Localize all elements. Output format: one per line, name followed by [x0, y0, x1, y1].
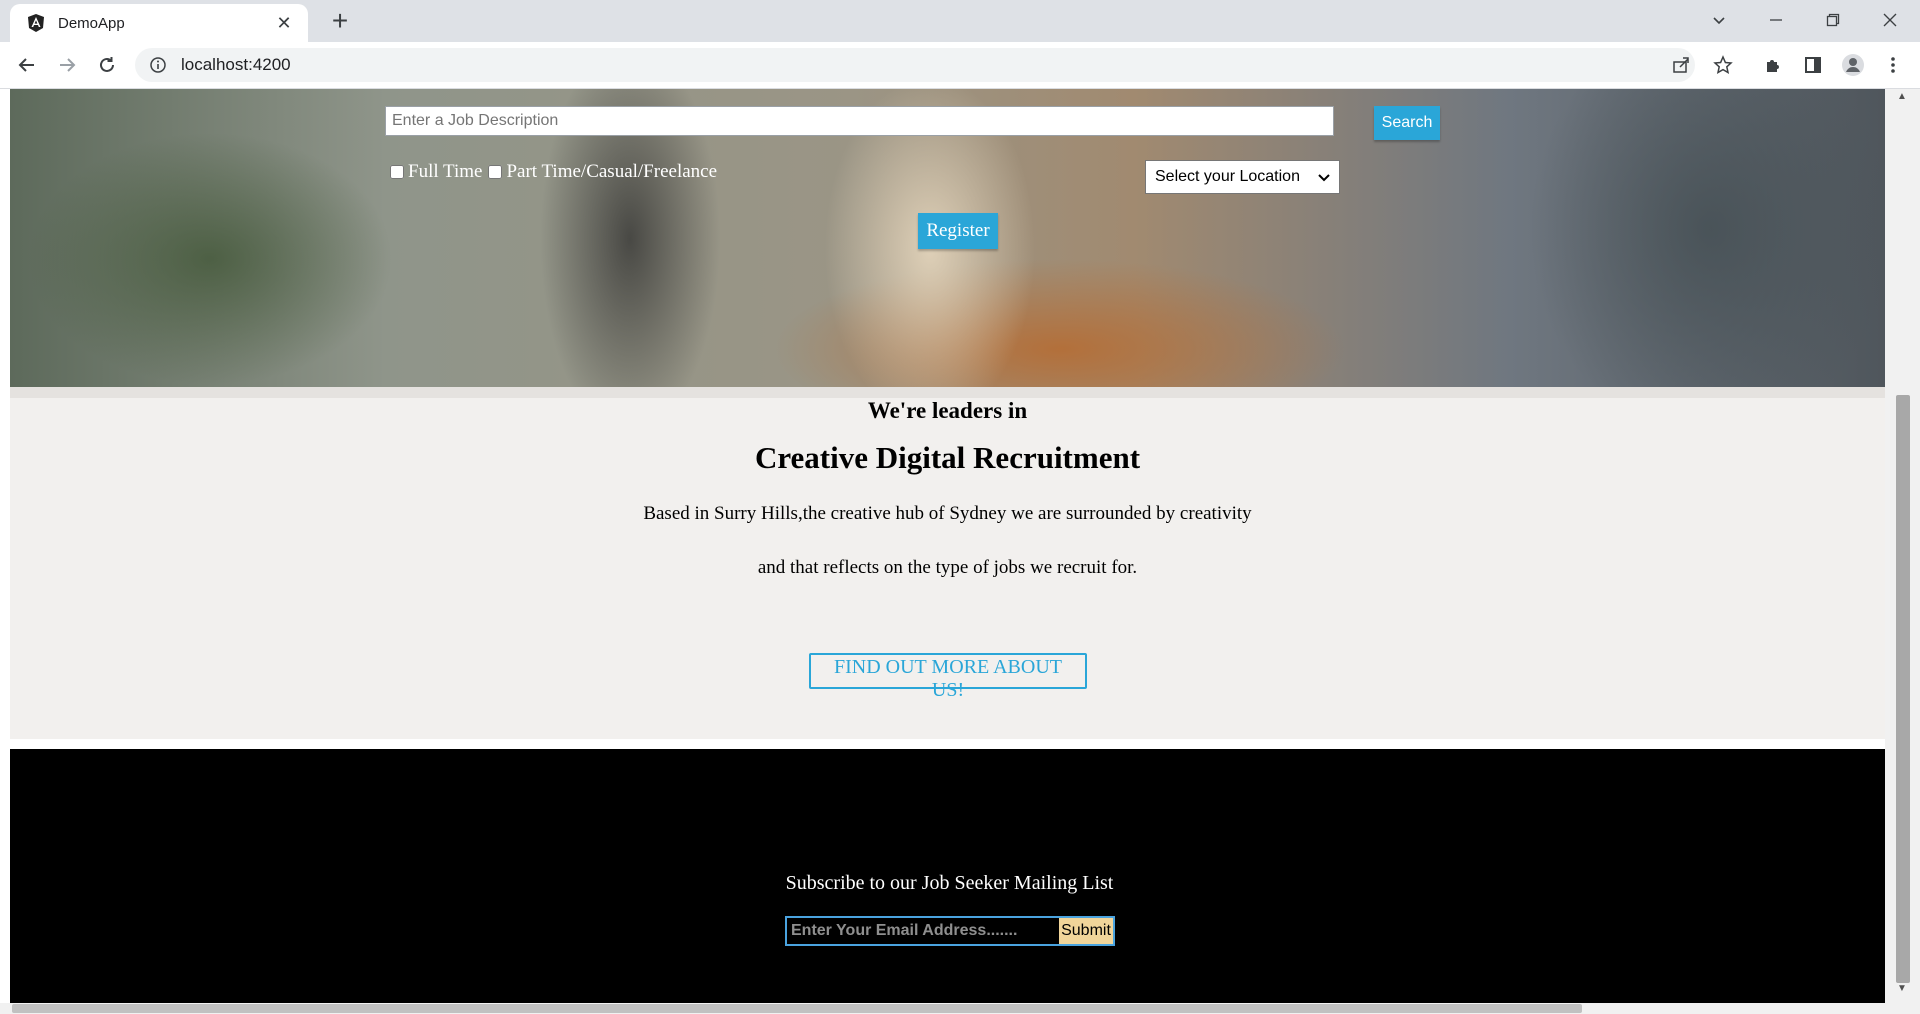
about-section: We're leaders in Creative Digital Recrui…: [10, 387, 1885, 739]
page-viewport: Search Full Time Part Time/Casual/Freela…: [0, 89, 1920, 1014]
search-button[interactable]: Search: [1374, 106, 1440, 140]
location-select[interactable]: Select your Location: [1145, 160, 1340, 194]
angular-logo-icon: [28, 14, 44, 32]
extensions-puzzle-icon[interactable]: [1756, 50, 1790, 80]
vertical-scrollbar-thumb[interactable]: [1896, 395, 1910, 983]
full-time-label: Full Time: [408, 161, 483, 182]
browser-tab-strip: DemoApp ✕ +: [0, 0, 1920, 42]
vertical-scrollbar[interactable]: ▲ ▼: [1885, 89, 1920, 1014]
job-description-input[interactable]: [385, 106, 1334, 136]
profile-avatar-icon[interactable]: [1836, 50, 1870, 80]
reload-icon[interactable]: [92, 50, 122, 80]
submit-button[interactable]: Submit: [1059, 918, 1113, 944]
subscribe-title: Subscribe to our Job Seeker Mailing List: [785, 872, 1114, 894]
close-window-icon[interactable]: [1866, 0, 1914, 40]
scroll-down-arrow-icon[interactable]: ▼: [1897, 983, 1907, 994]
footer-subscribe: Subscribe to our Job Seeker Mailing List…: [10, 749, 1889, 1004]
tab-search-icon[interactable]: [1695, 0, 1743, 40]
part-time-label: Part Time/Casual/Freelance: [506, 161, 718, 182]
browser-tab[interactable]: DemoApp ✕: [10, 4, 308, 42]
about-heading: Creative Digital Recruitment: [754, 440, 1141, 475]
subscribe-form: Submit: [785, 916, 1115, 946]
scroll-up-arrow-icon[interactable]: ▲: [1897, 91, 1907, 102]
forward-arrow-icon[interactable]: [52, 50, 82, 80]
hero-banner: Search Full Time Part Time/Casual/Freela…: [10, 89, 1885, 387]
part-time-option[interactable]: Part Time/Casual/Freelance: [488, 161, 717, 183]
address-bar[interactable]: localhost:4200: [135, 48, 1695, 82]
browser-toolbar: localhost:4200: [0, 42, 1920, 89]
about-text-line-2: and that reflects on the type of jobs we…: [757, 557, 1138, 578]
new-tab-icon[interactable]: +: [325, 6, 355, 36]
register-button[interactable]: Register: [918, 213, 998, 249]
bookmark-star-icon[interactable]: [1708, 50, 1738, 80]
tab-title: DemoApp: [58, 14, 125, 32]
chevron-down-icon: [1318, 174, 1330, 182]
about-kicker: We're leaders in: [867, 398, 1028, 423]
horizontal-scrollbar[interactable]: [0, 1003, 1885, 1014]
email-input[interactable]: [787, 918, 1059, 944]
find-out-more-button[interactable]: FIND OUT MORE ABOUT US!: [809, 653, 1087, 701]
job-type-filters: Full Time Part Time/Casual/Freelance: [390, 161, 723, 183]
back-arrow-icon[interactable]: [12, 50, 42, 80]
full-time-option[interactable]: Full Time: [390, 161, 482, 183]
kebab-menu-icon[interactable]: [1876, 50, 1910, 80]
horizontal-scrollbar-thumb[interactable]: [12, 1004, 1582, 1013]
full-time-checkbox[interactable]: [390, 165, 404, 179]
minimize-icon[interactable]: [1752, 0, 1800, 40]
location-selected-value: Select your Location: [1155, 168, 1300, 185]
close-tab-icon[interactable]: ✕: [274, 13, 294, 34]
restore-icon[interactable]: [1809, 0, 1857, 40]
about-text-line-1: Based in Surry Hills,the creative hub of…: [643, 503, 1252, 524]
url-text: localhost:4200: [181, 55, 291, 74]
share-icon[interactable]: [1666, 50, 1696, 80]
section-divider: [10, 387, 1885, 398]
side-panel-icon[interactable]: [1796, 50, 1830, 80]
part-time-checkbox[interactable]: [488, 165, 503, 179]
site-info-icon[interactable]: [149, 56, 167, 74]
